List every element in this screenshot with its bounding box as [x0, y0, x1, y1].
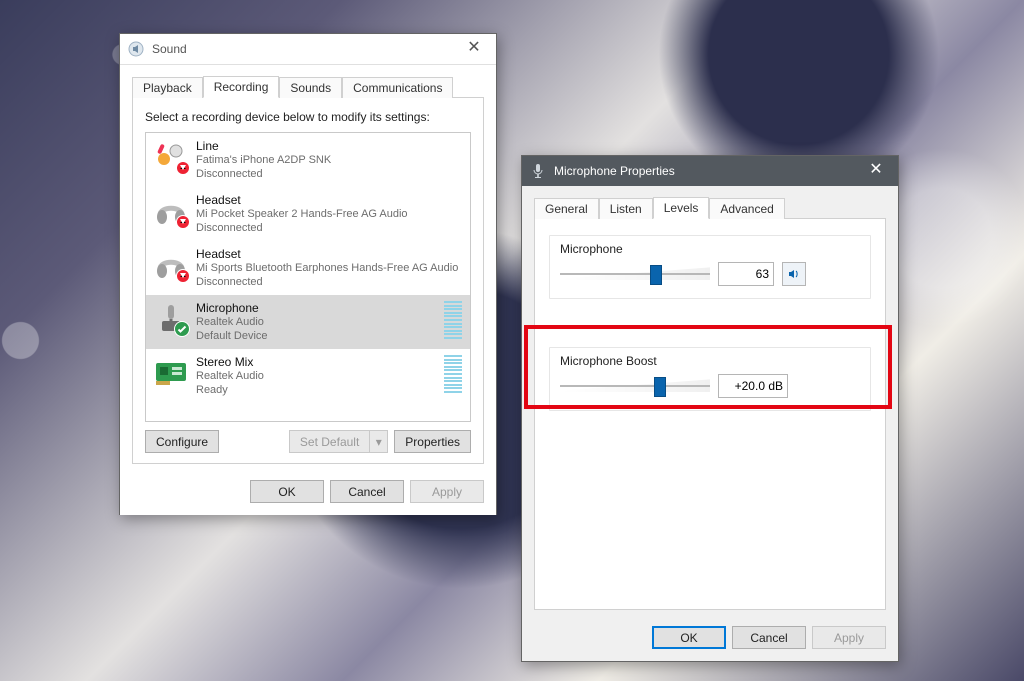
disconnected-badge-icon: [176, 161, 190, 175]
tab-advanced[interactable]: Advanced: [709, 198, 784, 219]
mic-level-label: Microphone: [560, 242, 860, 256]
tab-listen[interactable]: Listen: [599, 198, 653, 219]
device-row[interactable]: LineFatima's iPhone A2DP SNKDisconnected: [146, 133, 470, 187]
mic-tabs: General Listen Levels Advanced: [534, 196, 886, 218]
mic-level-group: Microphone: [549, 235, 871, 299]
device-name: Headset: [196, 247, 462, 261]
sound-tabs: Playback Recording Sounds Communications: [132, 75, 484, 97]
device-status: Ready: [196, 383, 438, 397]
device-text: Stereo MixRealtek AudioReady: [196, 355, 438, 397]
close-icon[interactable]: ✕: [862, 161, 890, 181]
mic-icon: [154, 301, 188, 335]
instruction-text: Select a recording device below to modif…: [145, 110, 471, 124]
level-meter: [444, 301, 462, 339]
ok-button[interactable]: OK: [652, 626, 726, 649]
properties-button[interactable]: Properties: [394, 430, 471, 453]
mic-boost-value[interactable]: [718, 374, 788, 398]
mic-boost-slider[interactable]: [560, 374, 710, 398]
configure-button[interactable]: Configure: [145, 430, 219, 453]
device-text: HeadsetMi Sports Bluetooth Earphones Han…: [196, 247, 462, 289]
device-desc: Mi Pocket Speaker 2 Hands-Free AG Audio: [196, 207, 462, 221]
speaker-icon: [128, 41, 144, 57]
device-text: MicrophoneRealtek AudioDefault Device: [196, 301, 438, 343]
recording-panel: Select a recording device below to modif…: [132, 97, 484, 464]
device-text: LineFatima's iPhone A2DP SNKDisconnected: [196, 139, 462, 181]
line-icon: [154, 139, 188, 173]
mic-level-value[interactable]: [718, 262, 774, 286]
headset-icon: [154, 247, 188, 281]
ok-button[interactable]: OK: [250, 480, 324, 503]
tab-playback[interactable]: Playback: [132, 77, 203, 98]
close-icon[interactable]: ✕: [460, 39, 488, 59]
device-status: Disconnected: [196, 167, 462, 181]
tab-recording[interactable]: Recording: [203, 76, 280, 98]
tab-general[interactable]: General: [534, 198, 599, 219]
sound-dialog: Sound ✕ Playback Recording Sounds Commun…: [119, 33, 497, 515]
device-name: Line: [196, 139, 462, 153]
device-row[interactable]: MicrophoneRealtek AudioDefault Device: [146, 295, 470, 349]
device-list[interactable]: LineFatima's iPhone A2DP SNKDisconnected…: [145, 132, 471, 422]
device-desc: Realtek Audio: [196, 369, 438, 383]
mic-title: Microphone Properties: [554, 164, 862, 178]
tab-sounds[interactable]: Sounds: [279, 77, 342, 98]
device-status: Default Device: [196, 329, 438, 343]
device-desc: Realtek Audio: [196, 315, 438, 329]
cancel-button[interactable]: Cancel: [330, 480, 404, 503]
apply-button: Apply: [812, 626, 886, 649]
mute-button[interactable]: [782, 262, 806, 286]
set-default-button: Set Default: [289, 430, 370, 453]
mic-titlebar[interactable]: Microphone Properties ✕: [522, 156, 898, 186]
device-name: Headset: [196, 193, 462, 207]
apply-button: Apply: [410, 480, 484, 503]
tab-communications[interactable]: Communications: [342, 77, 453, 98]
device-name: Microphone: [196, 301, 438, 315]
mic-level-slider[interactable]: [560, 262, 710, 286]
microphone-icon: [530, 163, 546, 179]
disconnected-badge-icon: [176, 215, 190, 229]
default-badge-icon: [174, 321, 190, 337]
headset-icon: [154, 193, 188, 227]
device-desc: Fatima's iPhone A2DP SNK: [196, 153, 462, 167]
device-name: Stereo Mix: [196, 355, 438, 369]
mic-properties-dialog: Microphone Properties ✕ General Listen L…: [521, 155, 899, 662]
device-row[interactable]: HeadsetMi Pocket Speaker 2 Hands-Free AG…: [146, 187, 470, 241]
device-row[interactable]: HeadsetMi Sports Bluetooth Earphones Han…: [146, 241, 470, 295]
disconnected-badge-icon: [176, 269, 190, 283]
card-icon: [154, 355, 188, 389]
mic-boost-label: Microphone Boost: [560, 354, 860, 368]
device-status: Disconnected: [196, 221, 462, 235]
device-status: Disconnected: [196, 275, 462, 289]
device-text: HeadsetMi Pocket Speaker 2 Hands-Free AG…: [196, 193, 462, 235]
cancel-button[interactable]: Cancel: [732, 626, 806, 649]
tab-levels[interactable]: Levels: [653, 197, 710, 219]
level-meter: [444, 355, 462, 393]
sound-titlebar[interactable]: Sound ✕: [120, 34, 496, 65]
device-row[interactable]: Stereo MixRealtek AudioReady: [146, 349, 470, 403]
sound-title: Sound: [152, 42, 460, 56]
levels-panel: Microphone Microphone Boost: [534, 218, 886, 610]
mic-boost-group: Microphone Boost: [549, 347, 871, 411]
set-default-dropdown: ▾: [370, 430, 388, 453]
device-desc: Mi Sports Bluetooth Earphones Hands-Free…: [196, 261, 462, 275]
